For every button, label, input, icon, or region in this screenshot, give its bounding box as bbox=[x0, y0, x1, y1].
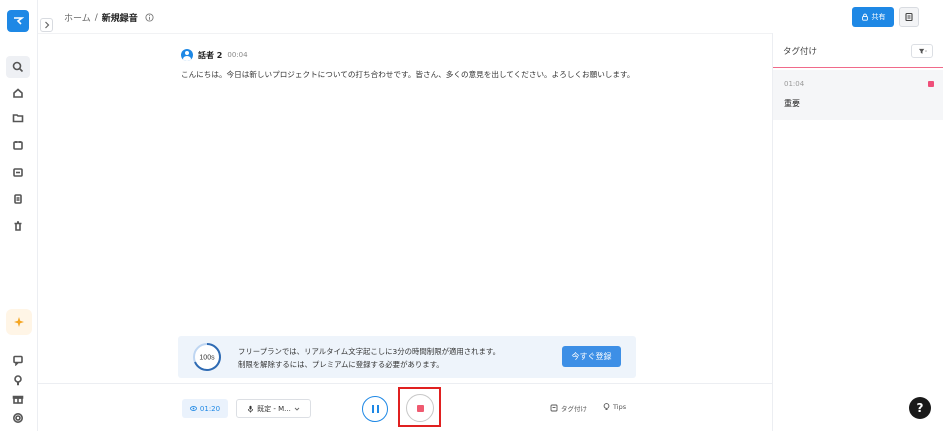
banner-message: フリープランでは、リアルタイム文字起こしに3分の時間制限が適用されます。 制限を… bbox=[238, 345, 500, 371]
elapsed-time: 01:20 bbox=[182, 399, 228, 418]
tag-time: 01:04 bbox=[784, 80, 805, 88]
segment-time[interactable]: 00:04 bbox=[227, 51, 247, 59]
info-icon[interactable] bbox=[145, 13, 154, 22]
tips-link[interactable]: Tips bbox=[603, 403, 626, 411]
filter-button[interactable] bbox=[911, 44, 933, 58]
left-sidebar bbox=[0, 0, 38, 431]
search-icon[interactable] bbox=[6, 56, 30, 78]
calendar-edit-icon[interactable] bbox=[6, 161, 30, 183]
tag-link[interactable]: タグ付け bbox=[550, 403, 587, 413]
breadcrumb-home[interactable]: ホーム bbox=[64, 11, 91, 24]
share-button[interactable]: 共有 bbox=[852, 7, 894, 27]
logo-icon[interactable] bbox=[7, 10, 29, 32]
filter-icon bbox=[918, 48, 927, 54]
app-root: ホーム / 新規録音 共有 話者 2 00:04 こんにちは。今日は新しいプロジ… bbox=[0, 0, 943, 431]
banner-line-2: 制限を解除するには、プレミアムに登録する必要があります。 bbox=[238, 360, 444, 369]
tag-color-badge bbox=[928, 81, 934, 87]
sparkle-icon[interactable] bbox=[6, 309, 32, 335]
chevron-down-icon bbox=[294, 407, 300, 411]
sidebar-expand-button[interactable] bbox=[40, 18, 53, 32]
document-icon bbox=[905, 12, 913, 22]
file-icon[interactable] bbox=[6, 188, 30, 210]
controls-divider bbox=[38, 383, 772, 384]
microphone-icon bbox=[248, 405, 254, 412]
breadcrumb-current: 新規録音 bbox=[101, 14, 138, 24]
timer-icon: 100s bbox=[193, 343, 221, 371]
settings-icon[interactable] bbox=[6, 407, 30, 429]
header-divider bbox=[38, 33, 772, 34]
tags-panel-divider bbox=[773, 67, 943, 68]
transcript-segment: 話者 2 00:04 こんにちは。今日は新しいプロジェクトについての打ち合わせで… bbox=[181, 49, 641, 81]
pause-icon bbox=[371, 405, 374, 413]
calendar-icon[interactable] bbox=[6, 134, 30, 156]
tags-panel: タグ付け 01:04 重要 bbox=[772, 33, 943, 431]
tag-link-label: タグ付け bbox=[561, 405, 587, 413]
signup-now-button[interactable]: 今すぐ登録 bbox=[562, 346, 621, 367]
microphone-label: 既定 - M... bbox=[257, 404, 291, 413]
help-button[interactable]: ? bbox=[909, 397, 931, 419]
speaker-name[interactable]: 話者 2 bbox=[198, 50, 222, 61]
banner-line-1: フリープランでは、リアルタイム文字起こしに3分の時間制限が適用されます。 bbox=[238, 347, 500, 356]
tags-panel-title: タグ付け bbox=[783, 47, 818, 57]
share-label: 共有 bbox=[871, 13, 886, 21]
folder-icon[interactable] bbox=[6, 107, 30, 129]
trash-icon[interactable] bbox=[6, 215, 30, 237]
segment-text[interactable]: こんにちは。今日は新しいプロジェクトについての打ち合わせです。皆さん、多くの意見… bbox=[181, 68, 641, 81]
chat-icon[interactable] bbox=[6, 349, 30, 371]
breadcrumb: ホーム / 新規録音 bbox=[64, 11, 154, 24]
microphone-select[interactable]: 既定 - M... bbox=[236, 399, 311, 418]
tag-name: 重要 bbox=[784, 99, 800, 108]
breadcrumb-separator: / bbox=[94, 12, 98, 23]
home-icon[interactable] bbox=[6, 82, 30, 104]
stop-icon bbox=[416, 404, 424, 412]
speaker-avatar bbox=[181, 49, 193, 61]
document-button[interactable] bbox=[899, 7, 919, 27]
lock-icon bbox=[861, 13, 868, 21]
eye-icon bbox=[189, 406, 197, 411]
tag-item[interactable]: 01:04 重要 bbox=[773, 70, 943, 120]
elapsed-value: 01:20 bbox=[199, 404, 221, 413]
chevron-right-icon bbox=[44, 21, 49, 29]
stop-button[interactable] bbox=[406, 394, 434, 422]
segment-header: 話者 2 00:04 bbox=[181, 49, 641, 61]
pause-icon-bar bbox=[376, 405, 379, 413]
lightbulb-icon bbox=[603, 403, 610, 410]
tips-link-label: Tips bbox=[613, 403, 627, 411]
free-plan-banner: 100s フリープランでは、リアルタイム文字起こしに3分の時間制限が適用されます… bbox=[178, 336, 636, 378]
pause-button[interactable] bbox=[362, 396, 388, 422]
timer-label: 100s bbox=[199, 355, 215, 362]
tag-icon bbox=[550, 404, 558, 412]
